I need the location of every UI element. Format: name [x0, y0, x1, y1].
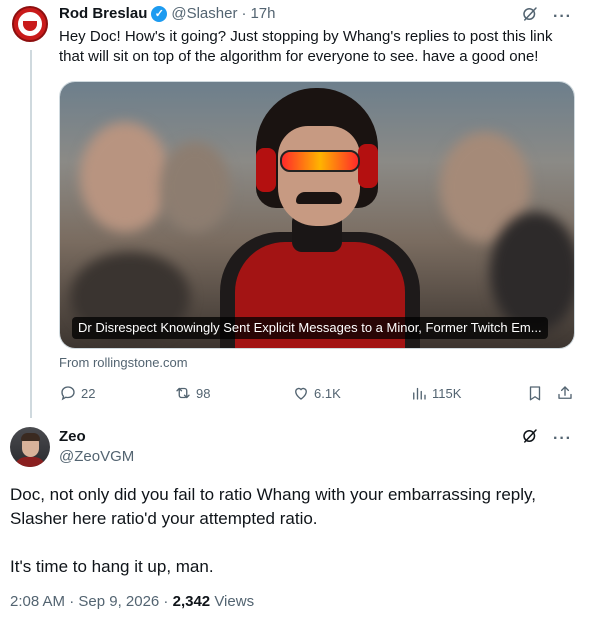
repost-icon [176, 387, 190, 399]
tweet-header: Rod Breslau ✓ @Slasher · 17h [59, 5, 275, 22]
views-button[interactable]: 115K [410, 384, 461, 402]
more-icon[interactable]: ··· [553, 430, 572, 448]
tweet2-top-actions: ··· [521, 427, 572, 450]
bookmark-button[interactable] [526, 384, 544, 402]
main-tweet-text: Doc, not only did you fail to ratio Whan… [10, 483, 580, 603]
author-name-zeo[interactable]: Zeo [59, 428, 86, 445]
tweet-top-actions: ··· [521, 5, 572, 28]
card-headline: Dr Disrespect Knowingly Sent Explicit Me… [72, 317, 548, 339]
tweet-views-count: 2,342 [172, 593, 211, 610]
tweet-metadata: 2:08 AM · Sep 9, 2026 · 2,342 Views [10, 593, 254, 610]
tweet-text: Hey Doc! How's it going? Just stopping b… [59, 28, 553, 65]
tweet-paragraph: It's time to hang it up, man. [10, 557, 214, 576]
more-icon[interactable]: ··· [553, 8, 572, 26]
share-icon [558, 386, 572, 399]
reply-icon [61, 386, 75, 401]
author-handle-zeo[interactable]: @ZeoVGM [59, 448, 134, 465]
grok-icon[interactable] [521, 427, 539, 450]
grok-icon[interactable] [521, 5, 539, 28]
link-card[interactable]: Dr Disrespect Knowingly Sent Explicit Me… [59, 81, 575, 349]
like-button[interactable]: 6.1K [292, 384, 341, 402]
author-handle[interactable]: @Slasher [171, 5, 237, 22]
separator: · [241, 5, 247, 22]
repost-count: 98 [196, 385, 211, 401]
tweet-timestamp[interactable]: 2:08 AM · Sep 9, 2026 · [10, 593, 173, 610]
reply-button[interactable]: 22 [59, 384, 95, 402]
tweet-rod-breslau[interactable]: Rod Breslau ✓ @Slasher · 17h ··· Hey Doc… [0, 0, 590, 418]
tweet-views-label: Views [210, 593, 255, 610]
bookmark-icon [529, 386, 541, 401]
tweet-paragraph: Doc, not only did you fail to ratio Whan… [10, 485, 536, 528]
author-name[interactable]: Rod Breslau [59, 5, 147, 22]
share-button[interactable] [556, 384, 574, 402]
views-chart-icon [413, 387, 426, 400]
card-source[interactable]: From rollingstone.com [59, 355, 188, 370]
avatar-rod-breslau[interactable] [12, 6, 48, 42]
repost-button[interactable]: 98 [174, 384, 210, 402]
verified-badge-icon: ✓ [151, 5, 168, 22]
avatar-zeo[interactable] [10, 427, 50, 467]
reply-count: 22 [81, 385, 96, 401]
heart-icon [295, 387, 307, 400]
card-image [60, 82, 574, 348]
tweet-action-bar: 22 98 6.1K 115K [59, 384, 579, 404]
views-count: 115K [432, 385, 462, 401]
tweet-time[interactable]: 17h [250, 5, 275, 22]
avatar-logo [18, 12, 42, 36]
like-count: 6.1K [314, 385, 341, 401]
